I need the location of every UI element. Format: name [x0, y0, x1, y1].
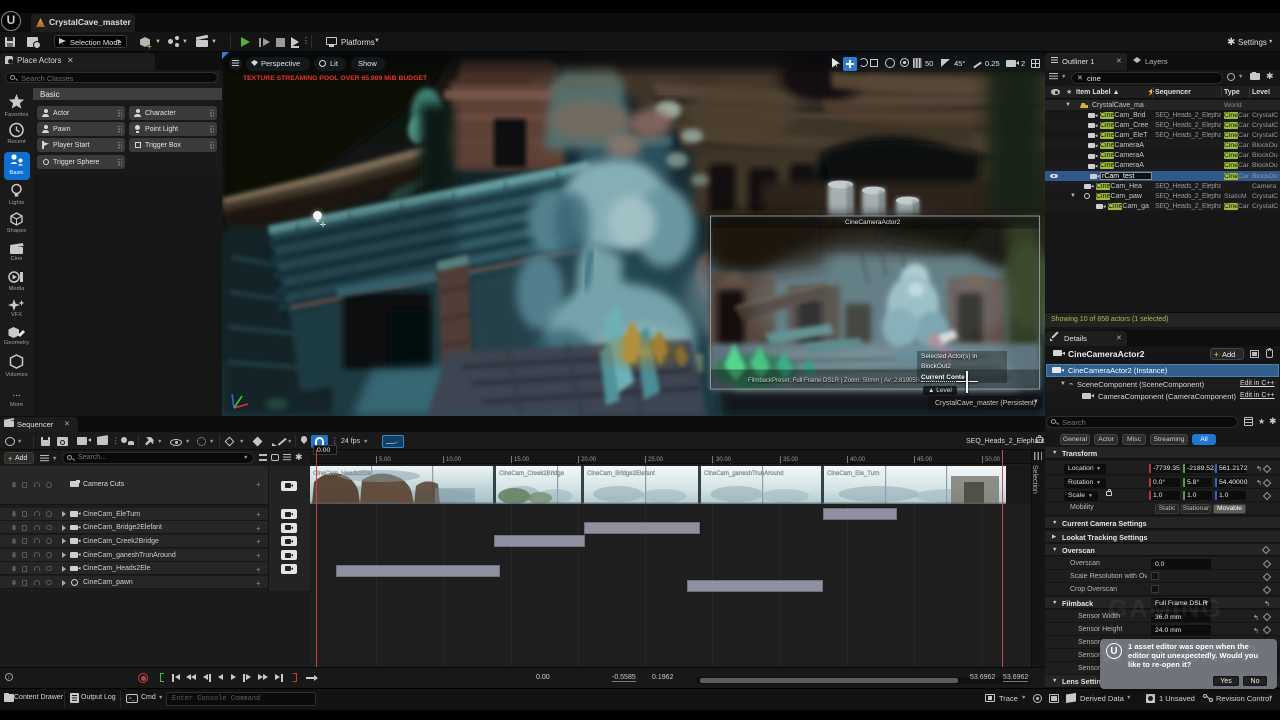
svg-text:...: ...	[12, 388, 20, 399]
svg-text:Geometry: Geometry	[4, 340, 30, 346]
svg-text:Cine: Cine	[11, 256, 23, 262]
svg-text:Recent: Recent	[7, 139, 26, 145]
svg-text:Lights: Lights	[9, 200, 25, 206]
svg-text:More: More	[10, 402, 23, 408]
svg-text:CineCam_Heads2Ele: CineCam_Heads2Ele	[313, 471, 371, 477]
svg-text:CineCam_ganeshTrunAround: CineCam_ganeshTrunAround	[704, 471, 784, 477]
svg-text:Favorites: Favorites	[5, 112, 29, 118]
svg-text:Volumes: Volumes	[5, 372, 27, 378]
svg-text:CineCam_Ele_Turn: CineCam_Ele_Turn	[827, 471, 879, 477]
svg-text:Basic: Basic	[9, 170, 23, 176]
svg-text:CineCam_Creek2Bridge: CineCam_Creek2Bridge	[499, 471, 565, 477]
svg-text:CineCam_Bridge2Elefant: CineCam_Bridge2Elefant	[587, 471, 655, 477]
svg-text:VFX: VFX	[11, 312, 22, 318]
svg-text:Shapes: Shapes	[7, 228, 27, 234]
svg-text:Media: Media	[9, 286, 26, 292]
